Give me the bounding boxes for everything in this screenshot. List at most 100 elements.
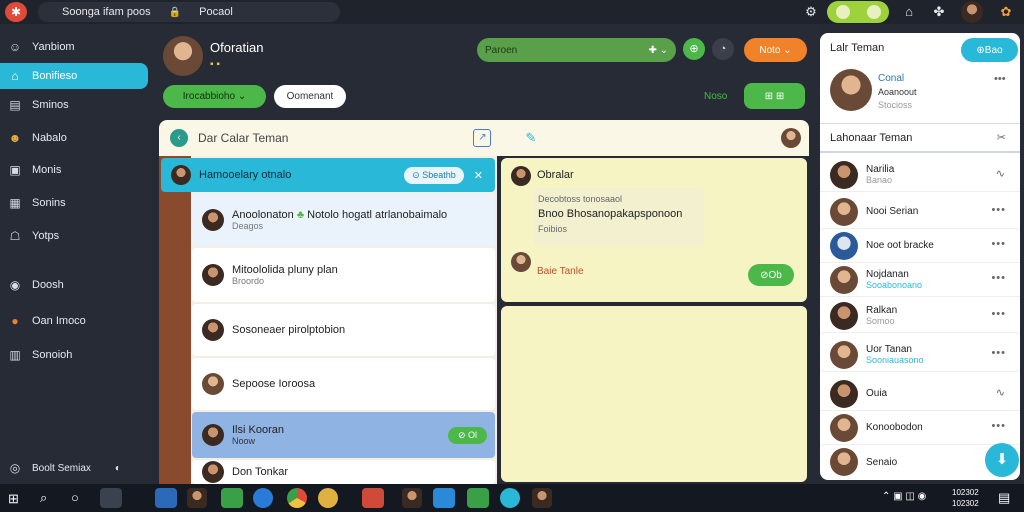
thread-text: Mitoololida pluny plan Broordo — [232, 264, 338, 286]
taskbar-app-icon[interactable] — [221, 488, 243, 508]
badge-icon: ● — [11, 314, 19, 328]
profile-name: Conal — [878, 73, 905, 84]
taskbar-app-icon[interactable] — [532, 488, 552, 508]
thread-text: Ilsi Kooran Noow — [232, 424, 284, 446]
more-icon[interactable]: ••• — [991, 272, 1006, 284]
active-thread-action[interactable]: ⊙ Sbeathb — [404, 166, 464, 184]
active-thread-title: Hamooelary otnalo — [199, 169, 292, 181]
taskbar-app-icon[interactable] — [402, 488, 422, 508]
taskbar-app-icon[interactable] — [187, 488, 207, 508]
taskbar-app-icon[interactable] — [318, 488, 338, 508]
taskbar-app-icon[interactable] — [433, 488, 455, 508]
thread-avatar — [202, 373, 224, 395]
chat-avatar[interactable] — [781, 128, 802, 148]
list-item[interactable]: Ilsi Kooran Noow ⊘ Ol — [192, 412, 495, 458]
friend-row[interactable]: Uor Tanan Sooniauasono ••• — [820, 338, 1020, 372]
task-view-icon[interactable]: ○ — [71, 490, 79, 505]
taskbar-app-icon[interactable] — [362, 488, 384, 508]
add-icon[interactable]: ⊕ — [683, 38, 705, 60]
close-icon[interactable]: ✕ — [474, 169, 483, 182]
more-icon[interactable]: ••• — [994, 73, 1006, 85]
taskbar-app-icon[interactable] — [253, 488, 273, 508]
home-icon[interactable]: ⌂ — [900, 3, 918, 21]
friend-name: Nojdanan — [866, 269, 909, 280]
list-item[interactable]: Mitoololida pluny plan Broordo — [192, 248, 495, 302]
message-second-author: Baie Tanle — [537, 266, 584, 277]
share-icon[interactable]: ✤ — [930, 3, 948, 21]
message-bubble: Decobtoss tonosaaol Bnoo Bhosanopakapspo… — [534, 188, 704, 246]
message-action-button[interactable]: ⊘ Ob — [748, 264, 794, 286]
sidebar-item-0[interactable]: ☺ Yanbiom — [0, 34, 148, 60]
list-item[interactable]: Sepoose Ioroosa — [192, 358, 495, 410]
friend-row[interactable]: Nooi Serian ••• — [820, 195, 1020, 229]
friend-row[interactable]: Nojdanan Sooabonoano ••• — [820, 263, 1020, 297]
profile-avatar[interactable] — [830, 69, 872, 111]
sidebar-item-1[interactable]: ⌂ Bonifieso — [0, 63, 148, 89]
friend-text: Uor Tanan Sooniauasono — [866, 344, 924, 365]
settings-icon[interactable]: ⚙ — [802, 3, 820, 21]
friend-row[interactable]: Ouia ∿ — [820, 377, 1020, 411]
friend-sub: Sooabonoano — [866, 280, 923, 290]
sidebar-item-8[interactable]: ● Oan Imoco — [0, 308, 148, 334]
sidebar-item-3[interactable]: ☻ Nabalo — [0, 125, 148, 151]
search-input[interactable]: Paroen ✚ ⌄ — [477, 38, 676, 62]
expand-icon[interactable]: ↗ — [473, 129, 492, 147]
chrome-icon[interactable] — [287, 488, 307, 508]
friend-row[interactable]: Noe oot bracke ••• — [820, 229, 1020, 263]
sidebar-item-4[interactable]: ▣ Monis — [0, 157, 148, 183]
sidebar-item-5[interactable]: ▦ Sonins — [0, 190, 148, 216]
info-icon[interactable]: ◔ — [712, 38, 734, 60]
sidebar-item-label: Bonifieso — [32, 70, 78, 82]
tray-icons[interactable]: ⌃ ▣ ◫ ◉ — [882, 491, 926, 502]
more-icon[interactable]: ••• — [991, 204, 1006, 216]
thread-avatar — [202, 461, 224, 483]
thread-sub: Noow — [232, 436, 256, 446]
friend-row[interactable]: Narilia Banao ∿ — [820, 158, 1020, 192]
active-thread-header[interactable]: Hamooelary otnalo ⊙ Sbeathb ✕ — [161, 158, 495, 192]
more-icon[interactable]: ••• — [991, 420, 1006, 432]
profile-sub: Stocioss — [878, 100, 913, 110]
friend-row[interactable]: Ralkan Somoo ••• — [820, 299, 1020, 333]
sidebar-item-7[interactable]: ◉ Doosh — [0, 272, 148, 298]
friends-add-button[interactable]: ⊕ Bao — [961, 38, 1018, 62]
friend-name: Noe oot bracke — [866, 240, 934, 251]
trend-icon[interactable]: ∿ — [996, 167, 1006, 180]
more-icon[interactable]: ••• — [991, 308, 1006, 320]
windows-start-icon[interactable]: ⊞ — [8, 491, 19, 507]
orange-button[interactable]: Noto ⌄ — [744, 38, 807, 62]
pin-icon[interactable]: ✎ — [525, 130, 536, 146]
green-tag-button[interactable]: Irocabbioho ⌄ — [163, 85, 266, 108]
taskbar-app-icon[interactable] — [100, 488, 122, 508]
message-avatar — [511, 252, 531, 272]
action-button[interactable]: ⊞ ⊞ — [744, 83, 805, 109]
sidebar-footer[interactable]: ◎ Boolt Semiax ◐ — [0, 455, 148, 481]
taskbar-app-icon[interactable] — [467, 488, 489, 508]
extension-icon[interactable]: ✿ — [997, 3, 1015, 21]
list-item[interactable]: Anoolonaton ♣ Notolo hogatl atrlanobaima… — [192, 194, 495, 246]
fab-chat-button[interactable]: ⬇ — [985, 443, 1019, 477]
search-icon[interactable]: ⌕ — [40, 490, 47, 506]
notifications-icon[interactable]: ▤ — [998, 490, 1010, 506]
app-logo-icon[interactable]: ✱ — [5, 2, 27, 22]
clock[interactable]: 102302 102302 — [952, 487, 979, 509]
user-avatar[interactable] — [961, 1, 983, 23]
status-toggle[interactable] — [827, 1, 889, 23]
sidebar-footer-label: Boolt Semiax — [32, 462, 91, 474]
more-icon[interactable]: ••• — [991, 347, 1006, 359]
list-item[interactable]: Sosoneaer pirolptobion — [192, 304, 495, 356]
outline-tag-button[interactable]: Oomenant — [274, 85, 346, 108]
sidebar-item-6[interactable]: ☖ Yotps — [0, 223, 148, 249]
taskbar-app-icon[interactable] — [155, 488, 177, 508]
more-icon[interactable]: ••• — [991, 238, 1006, 250]
back-icon[interactable]: ‹ — [170, 129, 188, 147]
thread-action-button[interactable]: ⊘ Ol — [447, 426, 487, 444]
tools-icon[interactable]: ✂ — [997, 131, 1006, 144]
sidebar-item-9[interactable]: ▥ Sonoioh — [0, 342, 148, 368]
profile-avatar[interactable] — [163, 36, 203, 76]
list-item[interactable]: Don Tonkar — [192, 460, 495, 484]
sidebar-item-2[interactable]: ▤ Sminos — [0, 92, 148, 118]
taskbar-app-icon[interactable] — [500, 488, 520, 508]
trend-icon[interactable]: ∿ — [996, 386, 1006, 399]
address-bar[interactable]: Soonga ifam poos 🔒 Pocaol — [38, 2, 340, 22]
friend-row[interactable]: Konoobodon ••• — [820, 411, 1020, 445]
